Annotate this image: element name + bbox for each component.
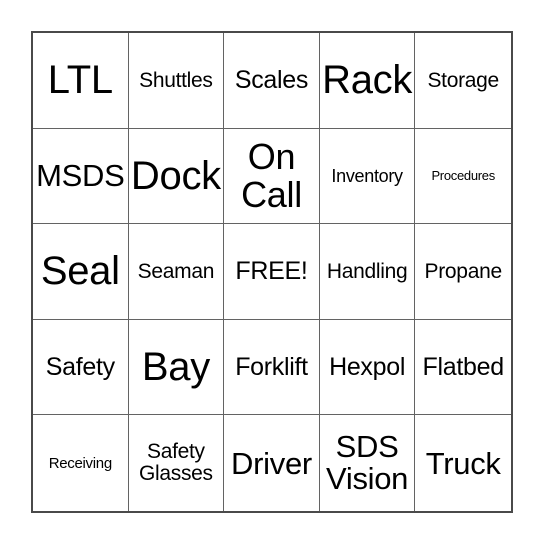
bingo-cell-label: Scales — [234, 65, 309, 94]
bingo-cell-label: Receiving — [48, 454, 112, 472]
bingo-cell-label: SDS Vision — [326, 428, 409, 497]
bingo-cell-label: Seaman — [137, 259, 215, 283]
bingo-cell-label: Propane — [424, 259, 503, 283]
bingo-cell[interactable]: FREE! — [224, 224, 320, 320]
bingo-cell[interactable]: Flatbed — [415, 319, 511, 416]
bingo-cell-label: Seal — [40, 249, 120, 294]
bingo-cell[interactable]: Dock — [128, 128, 225, 225]
bingo-cell-label: Procedures — [431, 168, 495, 184]
bingo-cell[interactable]: Truck — [415, 415, 511, 511]
bingo-cell-label: Safety Glasses — [139, 440, 213, 486]
bingo-cell-label: LTL — [47, 58, 113, 103]
bingo-cell[interactable]: Safety Glasses — [128, 415, 225, 511]
bingo-cell[interactable]: Seaman — [128, 224, 225, 320]
bingo-cell[interactable]: Forklift — [224, 319, 320, 416]
bingo-cell-label: Handling — [326, 259, 408, 283]
bingo-cell[interactable]: Shuttles — [128, 33, 225, 129]
bingo-cell-label: On Call — [241, 136, 302, 215]
bingo-cell[interactable]: Inventory — [319, 128, 416, 225]
bingo-cell-label: Forklift — [235, 352, 308, 381]
bingo-cell[interactable]: Hexpol — [319, 319, 416, 416]
bingo-cell-label: Bay — [141, 345, 210, 390]
bingo-cell-label: Inventory — [331, 165, 403, 186]
bingo-cell[interactable]: On Call — [224, 128, 320, 225]
bingo-cell[interactable]: Handling — [319, 224, 416, 320]
bingo-card: LTL Shuttles Scales Rack Storage MSDS Dock On C… — [31, 31, 513, 513]
bingo-cell[interactable]: Procedures — [415, 128, 511, 225]
bingo-cell-label: Driver — [231, 445, 312, 481]
bingo-cell[interactable]: Seal — [33, 224, 129, 320]
bingo-cell-label: Hexpol — [329, 352, 406, 381]
bingo-cell[interactable]: Bay — [128, 319, 225, 416]
bingo-cell-label: Shuttles — [139, 68, 213, 92]
bingo-cell-label: FREE! — [235, 256, 308, 285]
bingo-cell-label: MSDS — [36, 158, 125, 194]
bingo-cell[interactable]: MSDS — [33, 128, 129, 225]
bingo-cell[interactable]: Driver — [224, 415, 320, 511]
bingo-cell-label: Truck — [425, 445, 501, 481]
bingo-cell[interactable]: LTL — [33, 33, 129, 129]
bingo-cell-label: Storage — [427, 68, 499, 92]
bingo-cell[interactable]: Safety — [33, 319, 129, 416]
bingo-cell[interactable]: Propane — [415, 224, 511, 320]
bingo-cell-label: Flatbed — [422, 352, 505, 381]
bingo-cell-label: Dock — [130, 153, 221, 198]
bingo-cell[interactable]: Storage — [415, 33, 511, 129]
bingo-cell[interactable]: Receiving — [33, 415, 129, 511]
bingo-cell[interactable]: Rack — [319, 33, 416, 129]
bingo-cell[interactable]: SDS Vision — [319, 415, 416, 511]
bingo-cell-label: Rack — [322, 58, 413, 103]
bingo-cell[interactable]: Scales — [224, 33, 320, 129]
bingo-cell-label: Safety — [45, 352, 115, 381]
